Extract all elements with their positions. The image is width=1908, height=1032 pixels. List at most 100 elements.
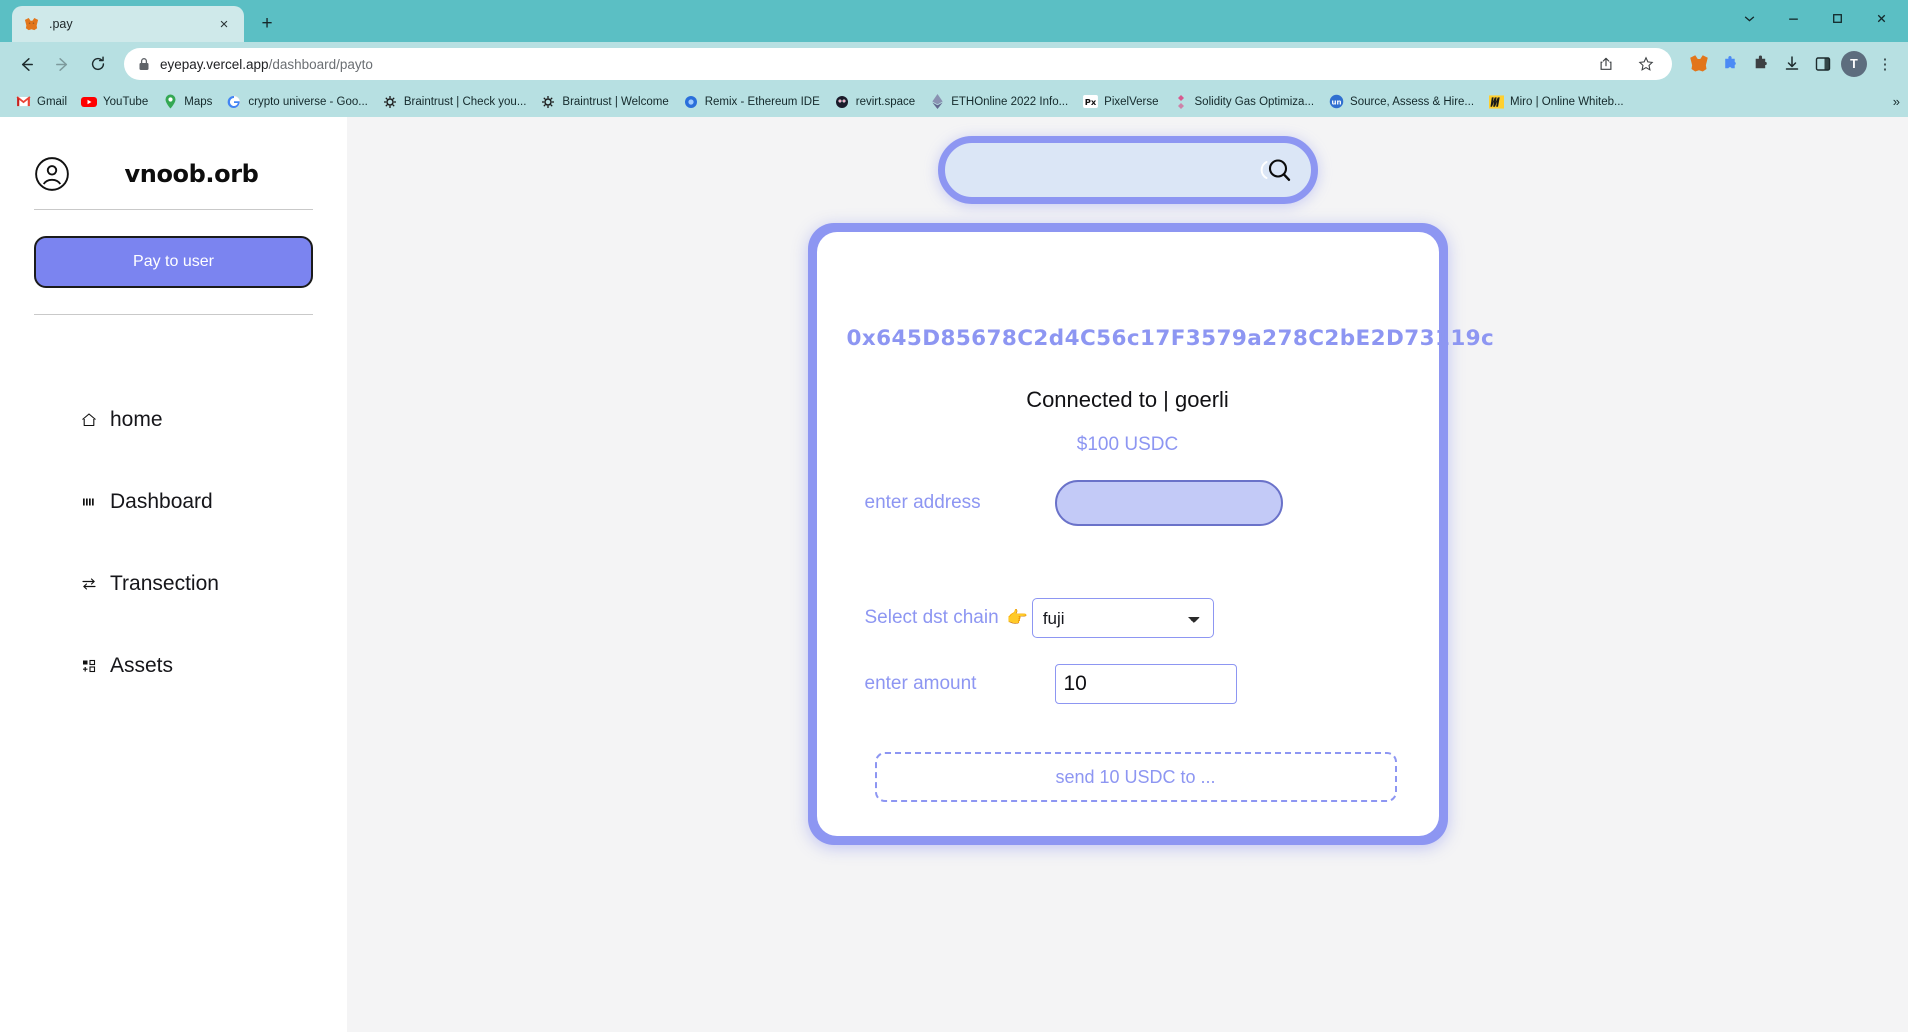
address-input[interactable] xyxy=(1054,480,1283,526)
bookmarks-overflow-icon[interactable]: » xyxy=(1893,94,1900,109)
bookmark-label: PixelVerse xyxy=(1104,95,1159,108)
bookmark-star-icon[interactable] xyxy=(1630,48,1662,80)
window-maximize-button[interactable] xyxy=(1816,3,1858,33)
balance-text: $100 USDC xyxy=(1076,434,1179,455)
payment-card-frame: 0x645D85678C2d4C56c17F3579a278C2bE2D7311… xyxy=(807,223,1494,845)
app-sidebar: vnoob.orb Pay to user home Dashboard Tra… xyxy=(0,117,347,1032)
bookmark-item[interactable]: un Source, Assess & Hire... xyxy=(1322,91,1480,113)
bookmark-label: Braintrust | Welcome xyxy=(562,95,669,108)
connected-network-text: Connected to | goerli xyxy=(1026,387,1229,412)
send-button[interactable]: send 10 USDC to ... xyxy=(874,752,1397,802)
user-circle-icon[interactable] xyxy=(34,156,70,192)
miro-icon xyxy=(1488,94,1504,110)
window-minimize-button[interactable] xyxy=(1728,3,1770,33)
assets-grid-icon xyxy=(80,657,98,675)
search-bar[interactable] xyxy=(937,136,1318,204)
bookmark-item[interactable]: ETHOnline 2022 Info... xyxy=(923,91,1074,113)
revirt-icon xyxy=(834,94,850,110)
bookmark-item[interactable]: Px PixelVerse xyxy=(1076,91,1164,113)
bookmark-item[interactable]: revirt.space xyxy=(828,91,921,113)
sidebar-item-label: home xyxy=(110,408,163,431)
url-host: eyepay.vercel.app xyxy=(160,56,269,72)
new-tab-button[interactable]: + xyxy=(252,9,282,39)
pixelverse-icon: Px xyxy=(1082,94,1098,110)
transfer-icon xyxy=(80,575,98,593)
back-icon[interactable] xyxy=(10,48,42,80)
tab-close-icon[interactable]: × xyxy=(214,14,234,34)
bookmark-item[interactable]: crypto universe - Goo... xyxy=(220,91,374,113)
bookmark-item[interactable]: Maps xyxy=(156,91,218,113)
bookmark-label: Braintrust | Check you... xyxy=(403,95,527,108)
puzzle-piece-icon[interactable] xyxy=(1717,51,1743,77)
lock-icon xyxy=(138,57,150,71)
google-icon xyxy=(226,94,242,110)
forward-icon[interactable] xyxy=(46,48,78,80)
extensions-icon[interactable] xyxy=(1748,51,1774,77)
address-bar[interactable]: eyepay.vercel.app/dashboard/payto xyxy=(124,48,1672,80)
pay-to-user-button[interactable]: Pay to user xyxy=(34,236,313,288)
url-text: eyepay.vercel.app/dashboard/payto xyxy=(160,57,1590,72)
search-icon[interactable] xyxy=(1259,153,1293,187)
braintrust-icon xyxy=(382,94,398,110)
sidebar-item-label: Assets xyxy=(110,654,174,677)
svg-text:un: un xyxy=(1331,97,1341,106)
youtube-icon xyxy=(81,94,98,110)
amount-input[interactable] xyxy=(1054,664,1237,704)
sidebar-item-home[interactable]: home xyxy=(0,379,347,461)
svg-text:Px: Px xyxy=(1084,97,1096,107)
profile-avatar[interactable]: T xyxy=(1841,51,1867,77)
bookmark-item[interactable]: Solidity Gas Optimiza... xyxy=(1167,91,1321,113)
chain-select[interactable]: fuji xyxy=(1031,598,1214,638)
sidebar-item-dashboard[interactable]: Dashboard xyxy=(0,461,347,543)
search-input[interactable] xyxy=(968,160,1259,180)
extension-icons: T ⋮ xyxy=(1682,51,1898,77)
bookmark-item[interactable]: Braintrust | Welcome xyxy=(534,91,674,113)
metamask-fox-icon xyxy=(22,15,40,33)
bookmark-label: crypto universe - Goo... xyxy=(248,95,368,108)
bookmark-label: revirt.space xyxy=(855,95,916,108)
bookmark-item[interactable]: Remix - Ethereum IDE xyxy=(677,91,826,113)
sidebar-item-transection[interactable]: Transection xyxy=(0,543,347,625)
browser-tab[interactable]: .pay × xyxy=(12,6,244,42)
sidebar-item-label: Transection xyxy=(110,572,219,595)
bookmark-item[interactable]: YouTube xyxy=(75,91,154,113)
sidepanel-icon[interactable] xyxy=(1810,51,1836,77)
solidity-icon xyxy=(1173,94,1189,110)
pointing-hand-icon: 👉 xyxy=(1006,608,1028,627)
sidebar-item-assets[interactable]: Assets xyxy=(0,625,347,707)
bookmark-item[interactable]: Miro | Online Whiteb... xyxy=(1482,91,1630,113)
bookmark-label: ETHOnline 2022 Info... xyxy=(951,95,1069,108)
bookmark-label: Maps xyxy=(184,95,213,108)
remix-icon xyxy=(683,94,699,110)
share-icon[interactable] xyxy=(1590,48,1622,80)
braintrust-icon xyxy=(540,94,556,110)
download-icon[interactable] xyxy=(1779,51,1805,77)
sidebar-header: vnoob.orb xyxy=(0,139,347,209)
browser-menu-icon[interactable]: ⋮ xyxy=(1872,51,1898,77)
reload-icon[interactable] xyxy=(82,48,114,80)
metamask-icon[interactable] xyxy=(1686,51,1712,77)
chain-field-label: Select dst chain xyxy=(864,607,999,628)
main-content: 0x645D85678C2d4C56c17F3579a278C2bE2D7311… xyxy=(347,117,1908,1032)
bookmarks-bar: Gmail YouTube Maps crypto universe - Goo… xyxy=(0,86,1908,117)
bookmark-label: YouTube xyxy=(103,95,149,108)
bookmark-item[interactable]: Braintrust | Check you... xyxy=(376,91,533,113)
navigation-toolbar: eyepay.vercel.app/dashboard/payto T ⋮ xyxy=(0,42,1908,86)
maps-icon xyxy=(162,94,178,110)
chain-field-row: Select dst chain 👉 fuji xyxy=(847,598,1409,638)
bookmark-label: Gmail xyxy=(37,95,68,108)
ethereum-icon xyxy=(929,94,945,110)
page-content: vnoob.orb Pay to user home Dashboard Tra… xyxy=(0,117,1908,1032)
amount-field-label: enter amount xyxy=(864,673,977,694)
bookmark-item[interactable]: Gmail xyxy=(9,91,73,113)
bookmark-label: Source, Assess & Hire... xyxy=(1350,95,1475,108)
bookmark-label: Remix - Ethereum IDE xyxy=(704,95,820,108)
address-field-label: enter address xyxy=(864,492,981,513)
brand-title: vnoob.orb xyxy=(124,160,259,188)
omnibox-actions xyxy=(1590,48,1662,80)
window-restore-button[interactable] xyxy=(1772,3,1814,33)
sidebar-nav: home Dashboard Transection Assets xyxy=(0,315,347,707)
bookmark-label: Solidity Gas Optimiza... xyxy=(1194,95,1315,108)
window-close-button[interactable] xyxy=(1860,3,1902,33)
home-icon xyxy=(80,411,98,429)
